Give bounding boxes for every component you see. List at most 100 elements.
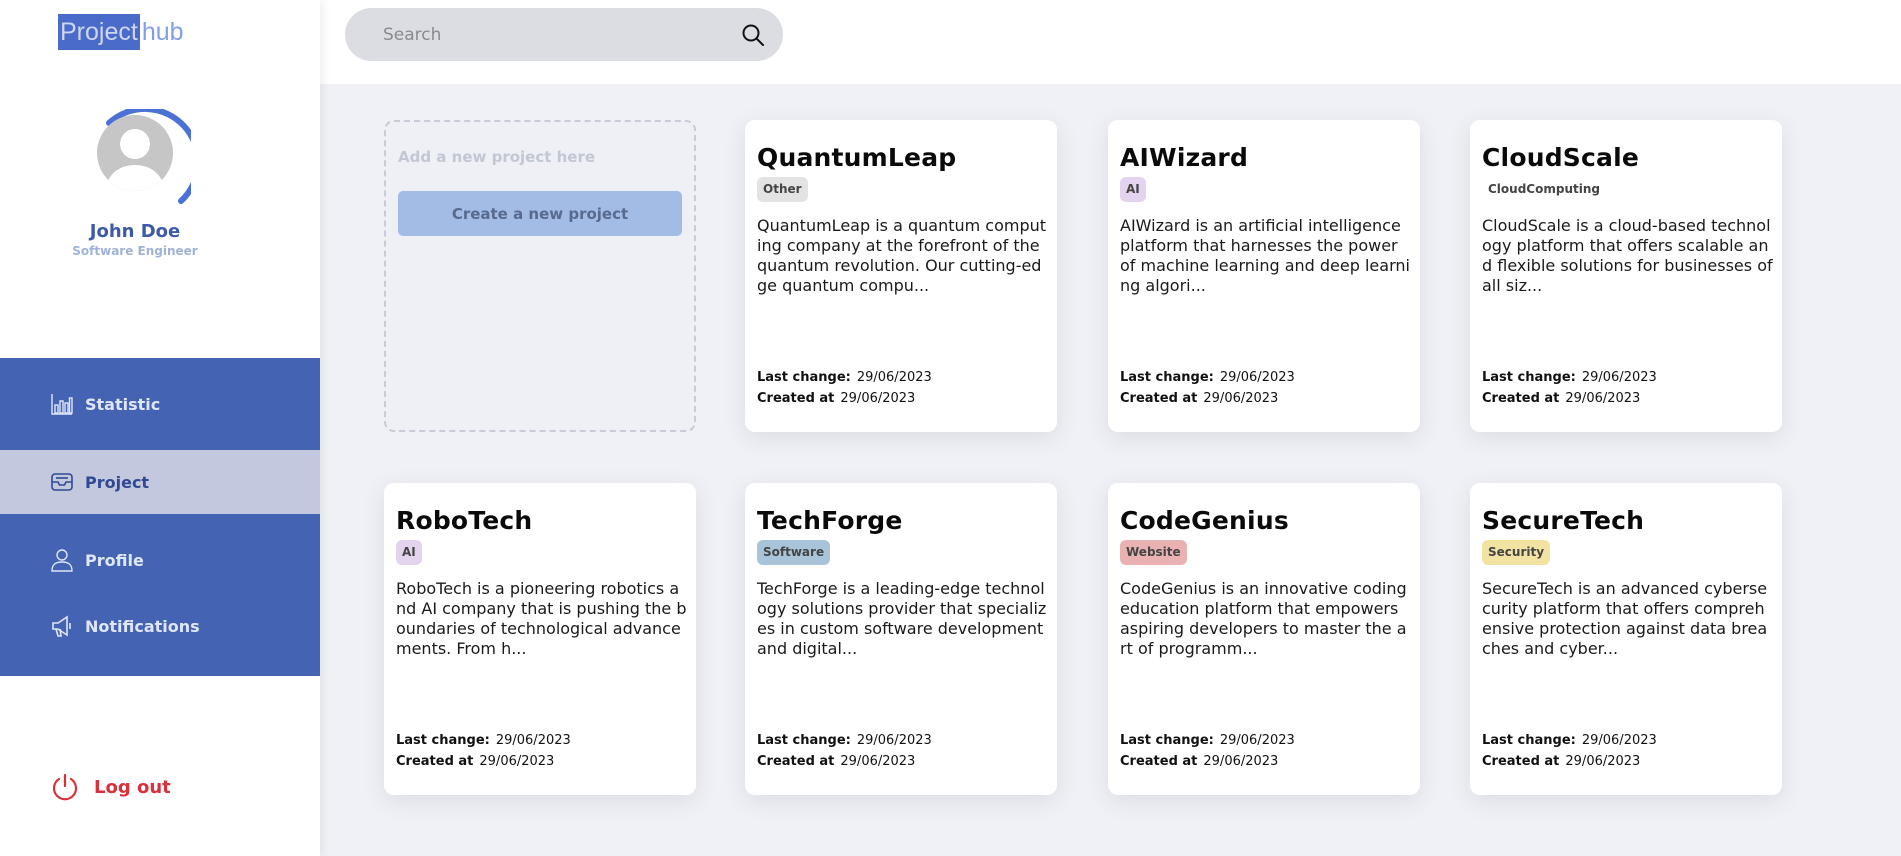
project-description: RoboTech is a pioneering robotics and AI… [396,579,687,658]
last-change-row: Last change: 29/06/2023 [1482,370,1657,385]
sidebar-item-project[interactable]: Project [0,450,320,514]
last-change-row: Last change: 29/06/2023 [757,733,932,748]
last-change-label: Last change: [1120,733,1214,748]
user-icon [50,548,74,572]
logo-part-hub: hub [141,18,184,46]
created-at-value: 29/06/2023 [1203,754,1279,769]
sidebar-item-label: Notifications [85,616,200,636]
app-logo[interactable]: Project hub [58,14,184,50]
created-at-row: Created at 29/06/2023 [1120,391,1278,406]
last-change-row: Last change: 29/06/2023 [1120,370,1295,385]
last-change-row: Last change: 29/06/2023 [1482,733,1657,748]
project-tag: CloudComputing [1482,177,1606,202]
project-description: CloudScale is a cloud-based technology p… [1482,216,1773,295]
created-at-label: Created at [396,754,474,769]
sidebar-item-statistic[interactable]: Statistic [0,358,320,450]
project-tag: Software [757,540,831,565]
created-at-label: Created at [1482,391,1560,406]
project-card[interactable]: RoboTech AI RoboTech is a pioneering rob… [384,483,696,795]
inbox-icon [50,470,74,494]
created-at-label: Created at [1120,754,1198,769]
project-tag: Website [1120,540,1187,565]
megaphone-icon [50,614,74,638]
logo-part-project: Project [58,14,140,50]
project-card[interactable]: TechForge Software TechForge is a leadin… [745,483,1057,795]
created-at-row: Created at 29/06/2023 [1120,754,1278,769]
created-at-label: Created at [1120,391,1198,406]
created-at-label: Created at [757,391,835,406]
last-change-label: Last change: [1482,733,1576,748]
created-at-row: Created at 29/06/2023 [757,391,915,406]
search-input[interactable] [383,22,723,48]
sidebar-item-label: Project [85,472,150,492]
search-bar[interactable] [345,8,783,61]
project-card[interactable]: QuantumLeap Other QuantumLeap is a quant… [745,120,1057,432]
project-description: AIWizard is an artificial intelligence p… [1120,216,1410,295]
created-at-value: 29/06/2023 [840,391,916,406]
project-tag: AI [396,540,422,565]
project-title: RoboTech [396,506,533,535]
sidebar-nav: Statistic Project Profile Notifications [0,358,320,676]
project-title: AIWizard [1120,143,1249,172]
created-at-label: Created at [757,754,835,769]
last-change-label: Last change: [757,733,851,748]
sidebar-item-label: Profile [85,550,144,570]
search-icon[interactable] [741,23,765,47]
last-change-row: Last change: 29/06/2023 [1120,733,1295,748]
user-name: John Doe [89,221,181,242]
created-at-row: Created at 29/06/2023 [757,754,915,769]
sidebar: Project hub John Doe Software Engineer St… [0,0,320,856]
last-change-value: 29/06/2023 [495,733,571,748]
logout-button[interactable]: Log out [50,772,171,802]
created-at-value: 29/06/2023 [1565,391,1641,406]
avatar-image [97,115,173,191]
sidebar-item-notifications[interactable]: Notifications [0,606,320,646]
last-change-value: 29/06/2023 [1219,370,1295,385]
last-change-label: Last change: [1482,370,1576,385]
created-at-row: Created at 29/06/2023 [1482,754,1640,769]
created-at-row: Created at 29/06/2023 [396,754,554,769]
power-icon [52,773,78,801]
last-change-value: 29/06/2023 [856,733,932,748]
project-title: SecureTech [1482,506,1645,535]
last-change-value: 29/06/2023 [1219,733,1295,748]
project-tag: Other [757,177,808,202]
avatar[interactable] [91,109,191,209]
last-change-row: Last change: 29/06/2023 [757,370,932,385]
sidebar-item-profile[interactable]: Profile [0,514,320,606]
created-at-value: 29/06/2023 [479,754,555,769]
created-at-row: Created at 29/06/2023 [1482,391,1640,406]
last-change-value: 29/06/2023 [856,370,932,385]
last-change-label: Last change: [1120,370,1214,385]
last-change-value: 29/06/2023 [1581,370,1657,385]
user-role: Software Engineer [72,244,198,258]
project-tag: Security [1482,540,1551,565]
project-card[interactable]: AIWizard AI AIWizard is an artificial in… [1108,120,1420,432]
logout-label: Log out [94,776,171,798]
project-card[interactable]: CloudScale CloudComputing CloudScale is … [1470,120,1782,432]
sidebar-item-label: Statistic [85,394,161,414]
project-title: CodeGenius [1120,506,1289,535]
created-at-value: 29/06/2023 [1565,754,1641,769]
last-change-label: Last change: [757,370,851,385]
project-description: TechForge is a leading-edge technology s… [757,579,1047,658]
created-at-value: 29/06/2023 [840,754,916,769]
project-card[interactable]: SecureTech Security SecureTech is an adv… [1470,483,1782,795]
last-change-label: Last change: [396,733,490,748]
project-description: SecureTech is an advanced cybersecurity … [1482,579,1768,658]
created-at-label: Created at [1482,754,1560,769]
project-title: TechForge [757,506,903,535]
created-at-value: 29/06/2023 [1203,391,1279,406]
project-title: CloudScale [1482,143,1640,172]
project-description: QuantumLeap is a quantum computing compa… [757,216,1047,295]
new-project-card: Add a new project here Create a new proj… [384,120,696,432]
top-header [320,0,1901,84]
project-tag: AI [1120,177,1146,202]
project-title: QuantumLeap [757,143,957,172]
bar-chart-icon [50,392,74,416]
create-project-button[interactable]: Create a new project [398,191,682,236]
last-change-row: Last change: 29/06/2023 [396,733,571,748]
user-silhouette-icon [107,129,163,191]
project-card[interactable]: CodeGenius Website CodeGenius is an inno… [1108,483,1420,795]
new-project-hint: Add a new project here [398,148,596,166]
